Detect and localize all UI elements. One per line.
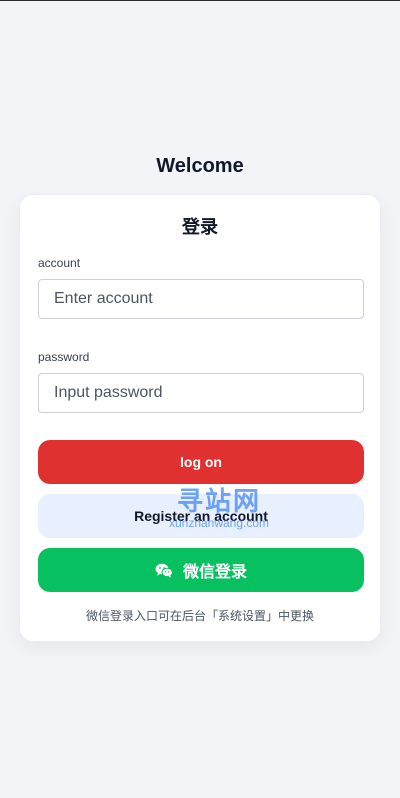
login-card: 登录 account password log on Register an a… (19, 194, 381, 642)
card-title: 登录 (182, 217, 218, 238)
page-title: Welcome (156, 155, 244, 177)
password-input[interactable] (38, 373, 364, 413)
wechat-hint-text: 微信登录入口可在后台「系统设置」中更换 (85, 609, 314, 623)
account-input[interactable] (38, 279, 364, 319)
account-label: account (38, 256, 81, 270)
register-button-label: Register an account (134, 508, 268, 524)
wechat-icon (155, 563, 173, 578)
register-button[interactable]: Register an account (38, 494, 364, 538)
login-button[interactable]: log on (38, 440, 364, 484)
login-button-label: log on (180, 454, 222, 470)
password-label: password (38, 350, 90, 364)
top-border (0, 0, 400, 1)
wechat-login-button[interactable]: 微信登录 (38, 548, 364, 592)
wechat-button-label: 微信登录 (182, 562, 247, 581)
